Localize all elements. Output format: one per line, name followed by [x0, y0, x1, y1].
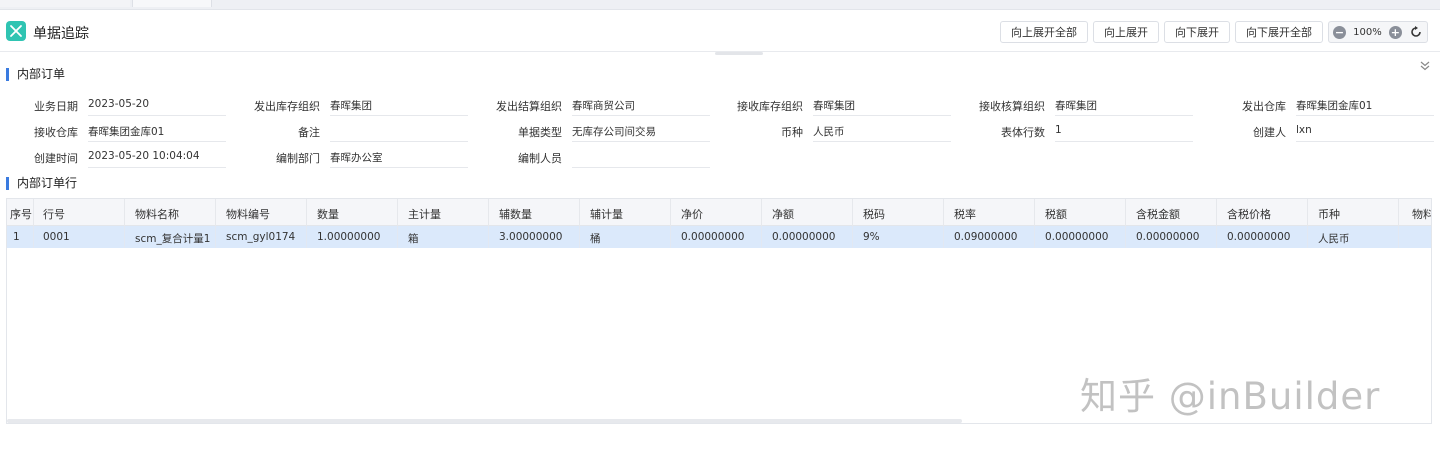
col-header-amount-incl-tax[interactable]: 含税金额: [1126, 199, 1217, 226]
cell-net-price: 0.00000000: [671, 226, 762, 248]
horizontal-scrollbar[interactable]: [7, 419, 962, 423]
field-label: 发出仓库: [1242, 100, 1286, 113]
col-header-aux-quantity[interactable]: 辅数量: [489, 199, 580, 226]
cell-material-code: scm_gyl0174: [216, 226, 307, 248]
cell-currency: 人民币: [1308, 226, 1399, 248]
col-header-tax-amount[interactable]: 税额: [1035, 199, 1126, 226]
expand-down-all-button[interactable]: 向下展开全部: [1235, 21, 1323, 43]
field-label: 业务日期: [34, 100, 78, 113]
zoom-control: − 100% +: [1328, 21, 1428, 43]
field-label: 发出库存组织: [254, 100, 320, 113]
field-value: 2023-05-20: [88, 94, 226, 116]
cell-amount-incl-tax: 0.00000000: [1126, 226, 1217, 248]
field-label: 备注: [298, 126, 320, 139]
field-value: 人民币: [813, 120, 951, 142]
field-label: 发出结算组织: [496, 100, 562, 113]
col-header-price-incl-tax[interactable]: 含税价格: [1217, 199, 1308, 226]
field-label: 接收库存组织: [737, 100, 803, 113]
col-header-quantity[interactable]: 数量: [307, 199, 398, 226]
field-value: 无库存公司间交易: [572, 120, 710, 142]
top-tab-strip: [0, 0, 1440, 10]
field-label: 表体行数: [1001, 126, 1045, 139]
field-value: 春晖集团: [1055, 94, 1193, 116]
grid-header: 序号 行号 物料名称 物料编号 数量 主计量 辅数量 辅计量 净价 净额 税码 …: [7, 199, 1431, 226]
form-row-3: 创建时间 2023-05-20 10:04:04 编制部门 春晖办公室 编制人员: [0, 146, 1440, 168]
col-header-seq[interactable]: 序号: [7, 199, 34, 226]
col-header-net-price[interactable]: 净价: [671, 199, 762, 226]
cell-tax-code: 9%: [853, 226, 944, 248]
col-header-line-no[interactable]: 行号: [34, 199, 125, 226]
field-value: 春晖商贸公司: [572, 94, 710, 116]
reset-zoom-icon[interactable]: [1409, 25, 1423, 39]
cell-line-no: 0001: [34, 226, 125, 248]
col-header-aux-unit[interactable]: 辅计量: [580, 199, 671, 226]
col-header-currency[interactable]: 币种: [1308, 199, 1399, 226]
field-value: 2023-05-20 10:04:04: [88, 146, 226, 168]
cell-net-amount: 0.00000000: [762, 226, 853, 248]
field-value: 春晖集团: [813, 94, 951, 116]
expand-down-button[interactable]: 向下展开: [1164, 21, 1230, 43]
field-label: 接收核算组织: [979, 100, 1045, 113]
field-label: 接收仓库: [34, 126, 78, 139]
cell-tax-rate: 0.09000000: [944, 226, 1035, 248]
form-row-1: 业务日期 2023-05-20 发出库存组织 春晖集团 发出结算组织 春晖商贸公…: [0, 94, 1440, 116]
col-header-main-unit[interactable]: 主计量: [398, 199, 489, 226]
col-header-tax-code[interactable]: 税码: [853, 199, 944, 226]
field-label: 编制人员: [518, 152, 562, 165]
field-label: 创建时间: [34, 152, 78, 165]
watermark: 知乎 @inBuilder: [1080, 375, 1381, 418]
col-header-material-code[interactable]: 物料编号: [216, 199, 307, 226]
col-header-material[interactable]: 物料: [1399, 199, 1431, 226]
cell-quantity: 1.00000000: [307, 226, 398, 248]
field-value: 1: [1055, 120, 1193, 142]
collapse-chevron-icon[interactable]: [1418, 58, 1432, 72]
cell-main-unit: 箱: [398, 226, 489, 248]
zoom-level: 100%: [1353, 26, 1382, 38]
table-row[interactable]: 1 0001 scm_复合计量1 scm_gyl0174 1.00000000 …: [7, 226, 1431, 248]
field-value: lxn: [1296, 120, 1434, 142]
header-scroll-indicator: [715, 52, 763, 55]
cell-aux-unit: 桶: [580, 226, 671, 248]
field-label: 币种: [781, 126, 803, 139]
section-title-order: 内部订单: [6, 68, 65, 81]
active-tab[interactable]: [132, 0, 212, 7]
cell-seq: 1: [7, 226, 34, 248]
field-label: 单据类型: [518, 126, 562, 139]
col-header-material-name[interactable]: 物料名称: [125, 199, 216, 226]
page-title: 单据追踪: [33, 26, 89, 42]
field-value: [330, 120, 468, 142]
cell-price-incl-tax: 0.00000000: [1217, 226, 1308, 248]
tab-strip-segment[interactable]: [0, 0, 130, 7]
zoom-in-icon[interactable]: +: [1388, 25, 1402, 39]
page-header: 单据追踪 向上展开全部 向上展开 向下展开 向下展开全部 − 100% +: [0, 12, 1440, 52]
cell-material: [1399, 226, 1431, 248]
field-value: 春晖集团金库01: [1296, 94, 1434, 116]
col-header-net-amount[interactable]: 净额: [762, 199, 853, 226]
expand-up-button[interactable]: 向上展开: [1093, 21, 1159, 43]
cell-aux-quantity: 3.00000000: [489, 226, 580, 248]
toolbar: 向上展开全部 向上展开 向下展开 向下展开全部 − 100% +: [1000, 21, 1440, 43]
form-row-2: 接收仓库 春晖集团金库01 备注 单据类型 无库存公司间交易 币种 人民币 表体…: [0, 120, 1440, 142]
expand-up-all-button[interactable]: 向上展开全部: [1000, 21, 1088, 43]
field-label: 创建人: [1253, 126, 1286, 139]
field-value: 春晖办公室: [330, 146, 468, 168]
field-value: 春晖集团: [330, 94, 468, 116]
field-label: 编制部门: [276, 152, 320, 165]
col-header-tax-rate[interactable]: 税率: [944, 199, 1035, 226]
cell-tax-amount: 0.00000000: [1035, 226, 1126, 248]
field-value: [572, 146, 710, 168]
field-value: 春晖集团金库01: [88, 120, 226, 142]
cell-material-name: scm_复合计量1: [125, 226, 216, 248]
document-tracking-icon: [6, 21, 26, 41]
section-title-order-lines: 内部订单行: [6, 177, 77, 190]
zoom-out-icon[interactable]: −: [1333, 25, 1346, 39]
